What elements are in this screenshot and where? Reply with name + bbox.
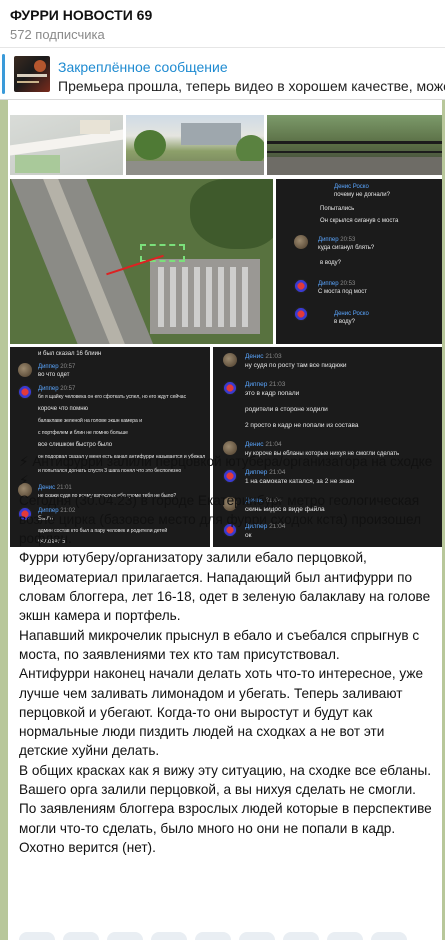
chat-time: 20:53 <box>340 281 356 287</box>
chat-message: С моста под мост <box>318 289 367 295</box>
pinned-thumbnail <box>14 56 50 92</box>
pinned-message-bar[interactable]: Закреплённое сообщение Премьера прошла, … <box>0 48 445 100</box>
chat-message: во что одет <box>38 372 70 378</box>
chat-time: 20:57 <box>60 386 76 392</box>
channel-title[interactable]: ФУРРИ НОВОСТИ 69 <box>10 7 152 23</box>
chat-sender: Диппер <box>318 237 339 243</box>
reaction-chip[interactable] <box>63 932 99 940</box>
channel-post: Денис Роско почему не догнали? Попыталис… <box>8 100 442 940</box>
avatar <box>294 279 308 293</box>
chat-message: 2 просто в кадр не попали из состава <box>245 422 359 429</box>
reaction-chip[interactable] <box>327 932 363 940</box>
reaction-chip[interactable] <box>371 932 407 940</box>
chat-message: все слишком быстро было <box>38 442 113 448</box>
chat-message: почему не догнали? <box>334 192 390 198</box>
photo-street[interactable] <box>126 115 264 175</box>
chat-message: ну судя по росту там все пиздюки <box>245 362 347 369</box>
chat-message: с портфелем и блин не помню больше <box>38 430 128 436</box>
avatar <box>223 353 237 367</box>
chat-sender: Диппер <box>245 381 268 388</box>
reaction-chip[interactable] <box>107 932 143 940</box>
pinned-text: Премьера прошла, теперь видео в хорошем … <box>58 78 445 94</box>
chat-time: 21:04 <box>265 441 282 448</box>
chat-sender: Диппер <box>318 281 339 287</box>
post-paragraph: Напавший микрочелик прыснул в ебало и съ… <box>19 627 420 662</box>
avatar <box>223 381 237 395</box>
post-paragraph: Сегодня (30.04.23) в городе Екатеринбург… <box>19 492 422 547</box>
post-paragraph: Фурри ютуберу/организатору залили ебало … <box>19 550 431 624</box>
chat-message: куда сиганул блять? <box>318 245 375 251</box>
post-paragraph: Антифурри наконец начали делать хоть что… <box>19 666 424 759</box>
avatar <box>294 235 308 249</box>
chat-sender: Денис <box>245 353 264 360</box>
reaction-chip[interactable] <box>195 932 231 940</box>
chat-message: Попытались <box>320 206 355 212</box>
reactions-bar <box>19 932 437 940</box>
reaction-chip[interactable] <box>239 932 275 940</box>
chat-time: 21:03 <box>265 353 282 360</box>
chat-time: 20:53 <box>340 237 356 243</box>
channel-header[interactable]: ФУРРИ НОВОСТИ 69 572 подписчика <box>0 0 445 48</box>
chat-sender: Денис Роско <box>334 311 369 317</box>
chat-message: это в кадр попали <box>245 390 300 397</box>
avatar <box>18 385 32 399</box>
avatar <box>18 363 32 377</box>
chat-message: родители в стороне ходили <box>245 406 328 413</box>
chat-screenshot-1[interactable]: Денис Роско почему не догнали? Попыталис… <box>276 179 442 344</box>
chat-message: в воду? <box>320 260 342 266</box>
photo-bridge[interactable] <box>267 115 442 175</box>
photo-map[interactable] <box>10 115 123 175</box>
pinned-indicator <box>2 54 5 94</box>
chat-sender: Денис Роско <box>334 184 369 190</box>
reaction-chip[interactable] <box>151 932 187 940</box>
chat-message: короче что помню <box>38 406 89 412</box>
chat-message: Он скрылся сиганув с моста <box>320 218 399 224</box>
chat-time: 20:57 <box>60 364 76 370</box>
post-text: ⚡ Антифурри залили перцовкой ютубера/орг… <box>19 452 437 857</box>
chat-sender: Диппер <box>38 386 59 392</box>
post-headline: ⚡ Антифурри залили перцовкой ютубера/орг… <box>19 454 433 489</box>
pinned-title: Закреплённое сообщение <box>58 59 228 75</box>
post-paragraph: По заявлениям блоггера взрослых людей ко… <box>19 801 432 855</box>
chat-message: балаклаве зеленой на голове экшн камера … <box>38 418 142 424</box>
chat-sender: Денис <box>245 441 264 448</box>
chat-sender: Диппер <box>38 364 59 370</box>
post-paragraph: В общих красках как я вижу эту ситуацию,… <box>19 762 432 798</box>
chat-message: и был сказал 16 блиин <box>38 351 102 357</box>
subscriber-count: 572 подписчика <box>10 27 105 42</box>
chat-message: в воду? <box>334 319 356 325</box>
photo-aerial[interactable] <box>10 179 273 344</box>
avatar <box>294 307 308 321</box>
reaction-chip[interactable] <box>19 932 55 940</box>
reaction-chip[interactable] <box>283 932 319 940</box>
chat-message: бл я щайку человека он его сфоткать успе… <box>38 394 187 400</box>
chat-time: 21:03 <box>269 381 286 388</box>
